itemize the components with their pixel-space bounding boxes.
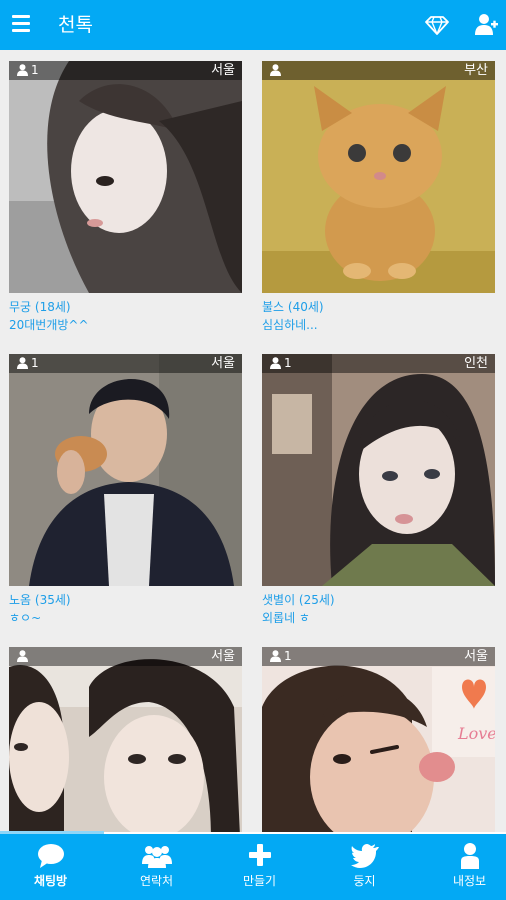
room-region: 서울 [211, 356, 235, 371]
room-caption: 샛별이 (25세) 외롭네 ㅎ [262, 591, 495, 627]
room-photo [9, 354, 242, 586]
room-info-bar: 1 서울 [9, 354, 242, 373]
room-caption: 노옴 (35세) ㅎㅇ~ [9, 591, 242, 627]
participant-count: 1 [284, 649, 292, 663]
room-region: 서울 [211, 63, 235, 78]
room-message: 심심하네... [262, 318, 318, 332]
room-grid: 1 서울 무궁 (18세) 20대번개방^^ 부산 불스 (40세) 심심하네.… [0, 50, 506, 832]
tab-label: 만들기 [242, 874, 277, 888]
chat-bubble-icon [38, 844, 64, 868]
room-region: 인천 [464, 356, 488, 371]
room-owner: 무궁 (18세) [9, 300, 71, 314]
svg-text:Love: Love [457, 724, 495, 743]
tab-create[interactable]: 만들기 [209, 834, 310, 900]
room-photo [9, 647, 242, 832]
room-info-bar: 부산 [262, 61, 495, 80]
room-info-bar: 서울 [9, 647, 242, 666]
plus-icon [249, 844, 271, 866]
room-region: 서울 [464, 649, 488, 664]
person-icon [461, 843, 479, 869]
room-owner: 노옴 (35세) [9, 593, 71, 607]
tab-label: 연락처 [139, 874, 174, 888]
room-info-bar: 1 서울 [9, 61, 242, 80]
room-region: 부산 [464, 63, 488, 78]
person-icon [17, 650, 28, 662]
room-owner: 불스 (40세) [262, 300, 324, 314]
room-owner: 샛별이 (25세) [262, 593, 335, 607]
tab-chat-rooms[interactable]: 채팅방 [0, 834, 101, 900]
room-message: ㅎㅇ~ [9, 611, 42, 625]
room-caption: 무궁 (18세) 20대번개방^^ [9, 298, 242, 334]
add-user-icon[interactable] [474, 12, 498, 38]
menu-icon[interactable] [12, 15, 30, 35]
person-icon [270, 650, 281, 662]
tab-contacts[interactable]: 연락처 [106, 834, 207, 900]
tab-label: 채팅방 [33, 874, 68, 888]
person-icon [17, 357, 28, 369]
participant-count: 1 [284, 356, 292, 370]
participant-count: 1 [31, 356, 39, 370]
app-bar: 천톡 [0, 0, 506, 50]
room-photo: Love [262, 647, 495, 832]
bottom-nav: 채팅방 연락처 만들기 둥지 내정보 [0, 834, 506, 900]
room-message: 20대번개방^^ [9, 318, 89, 332]
diamond-icon[interactable] [425, 13, 449, 37]
room-photo [262, 354, 495, 586]
twitter-bird-icon [351, 844, 379, 868]
person-icon [270, 64, 281, 76]
room-info-bar: 1 서울 [262, 647, 495, 666]
room-caption: 불스 (40세) 심심하네... [262, 298, 495, 334]
tab-label: 둥지 [353, 874, 376, 888]
room-region: 서울 [211, 649, 235, 664]
contacts-icon [142, 846, 172, 868]
person-icon [270, 357, 281, 369]
app-title: 천톡 [58, 14, 93, 36]
room-info-bar: 1 인천 [262, 354, 495, 373]
participant-count: 1 [31, 63, 39, 77]
person-icon [17, 64, 28, 76]
room-photo [9, 61, 242, 293]
room-photo [262, 61, 495, 293]
room-message: 외롭네 ㅎ [262, 611, 310, 625]
tab-label: 내정보 [452, 874, 487, 888]
tab-my-info[interactable]: 내정보 [419, 834, 506, 900]
tab-nest[interactable]: 둥지 [314, 834, 415, 900]
